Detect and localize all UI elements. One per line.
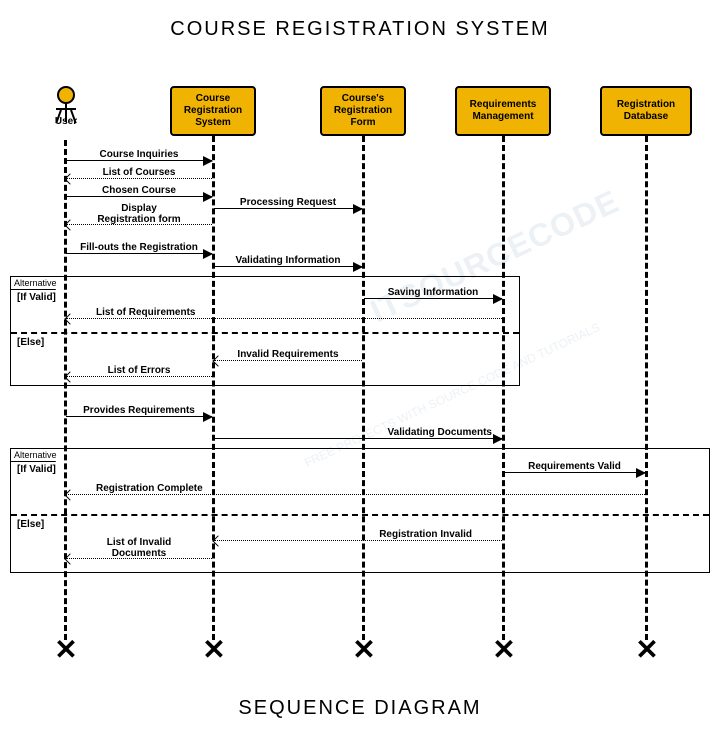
terminator-icon: ✕	[54, 633, 77, 666]
terminator-icon: ✕	[202, 633, 225, 666]
msg-saving-information: Saving Information	[364, 298, 502, 300]
fragment-label: Alternative	[10, 448, 64, 462]
msg-list-of-requirements: List of Requirements	[66, 318, 502, 320]
msg-list-invalid-documents: List of Invalid Documents	[66, 558, 212, 560]
msg-provides-requirements: Provides Requirements	[66, 416, 212, 418]
msg-registration-complete: Registration Complete	[66, 494, 645, 496]
guard-else: [Else]	[17, 519, 44, 530]
terminator-icon: ✕	[492, 633, 515, 666]
actor-user: User	[46, 86, 86, 127]
diagram-title: COURSE REGISTRATION SYSTEM	[0, 18, 720, 41]
msg-fillouts-registration: Fill-outs the Registration	[66, 253, 212, 255]
msg-validating-documents: Validating Documents	[214, 438, 502, 440]
lifeline-registration-database: Registration Database	[600, 86, 692, 136]
msg-list-of-errors: List of Errors	[66, 376, 212, 378]
actor-head-icon	[57, 86, 75, 104]
msg-course-inquiries: Course Inquiries	[66, 160, 212, 162]
fragment-label: Alternative	[10, 276, 64, 290]
msg-validating-information: Validating Information	[214, 266, 362, 268]
lifeline-course-registration-system: Course Registration System	[170, 86, 256, 136]
fragment-divider	[11, 514, 709, 516]
terminator-icon: ✕	[352, 633, 375, 666]
msg-processing-request: Processing Request	[214, 208, 362, 210]
lifeline-requirements-management: Requirements Management	[455, 86, 551, 136]
msg-invalid-requirements: Invalid Requirements	[214, 360, 362, 362]
lifeline-courses-registration-form: Course's Registration Form	[320, 86, 406, 136]
guard-else: [Else]	[17, 337, 44, 348]
msg-requirements-valid: Requirements Valid	[504, 472, 645, 474]
msg-registration-invalid: Registration Invalid	[214, 540, 502, 542]
guard-if-valid: [If Valid]	[17, 464, 56, 475]
terminator-icon: ✕	[635, 633, 658, 666]
sequence-diagram: ITSOURCECODE FREE PROJECTS WITH SOURCE C…	[0, 78, 720, 678]
msg-chosen-course: Chosen Course	[66, 196, 212, 198]
diagram-subtitle: SEQUENCE DIAGRAM	[0, 697, 720, 720]
msg-display-registration-form: Display Registration form	[66, 224, 212, 226]
guard-if-valid: [If Valid]	[17, 292, 56, 303]
fragment-divider	[11, 332, 519, 334]
actor-label: User	[46, 116, 86, 127]
msg-list-of-courses: List of Courses	[66, 178, 212, 180]
